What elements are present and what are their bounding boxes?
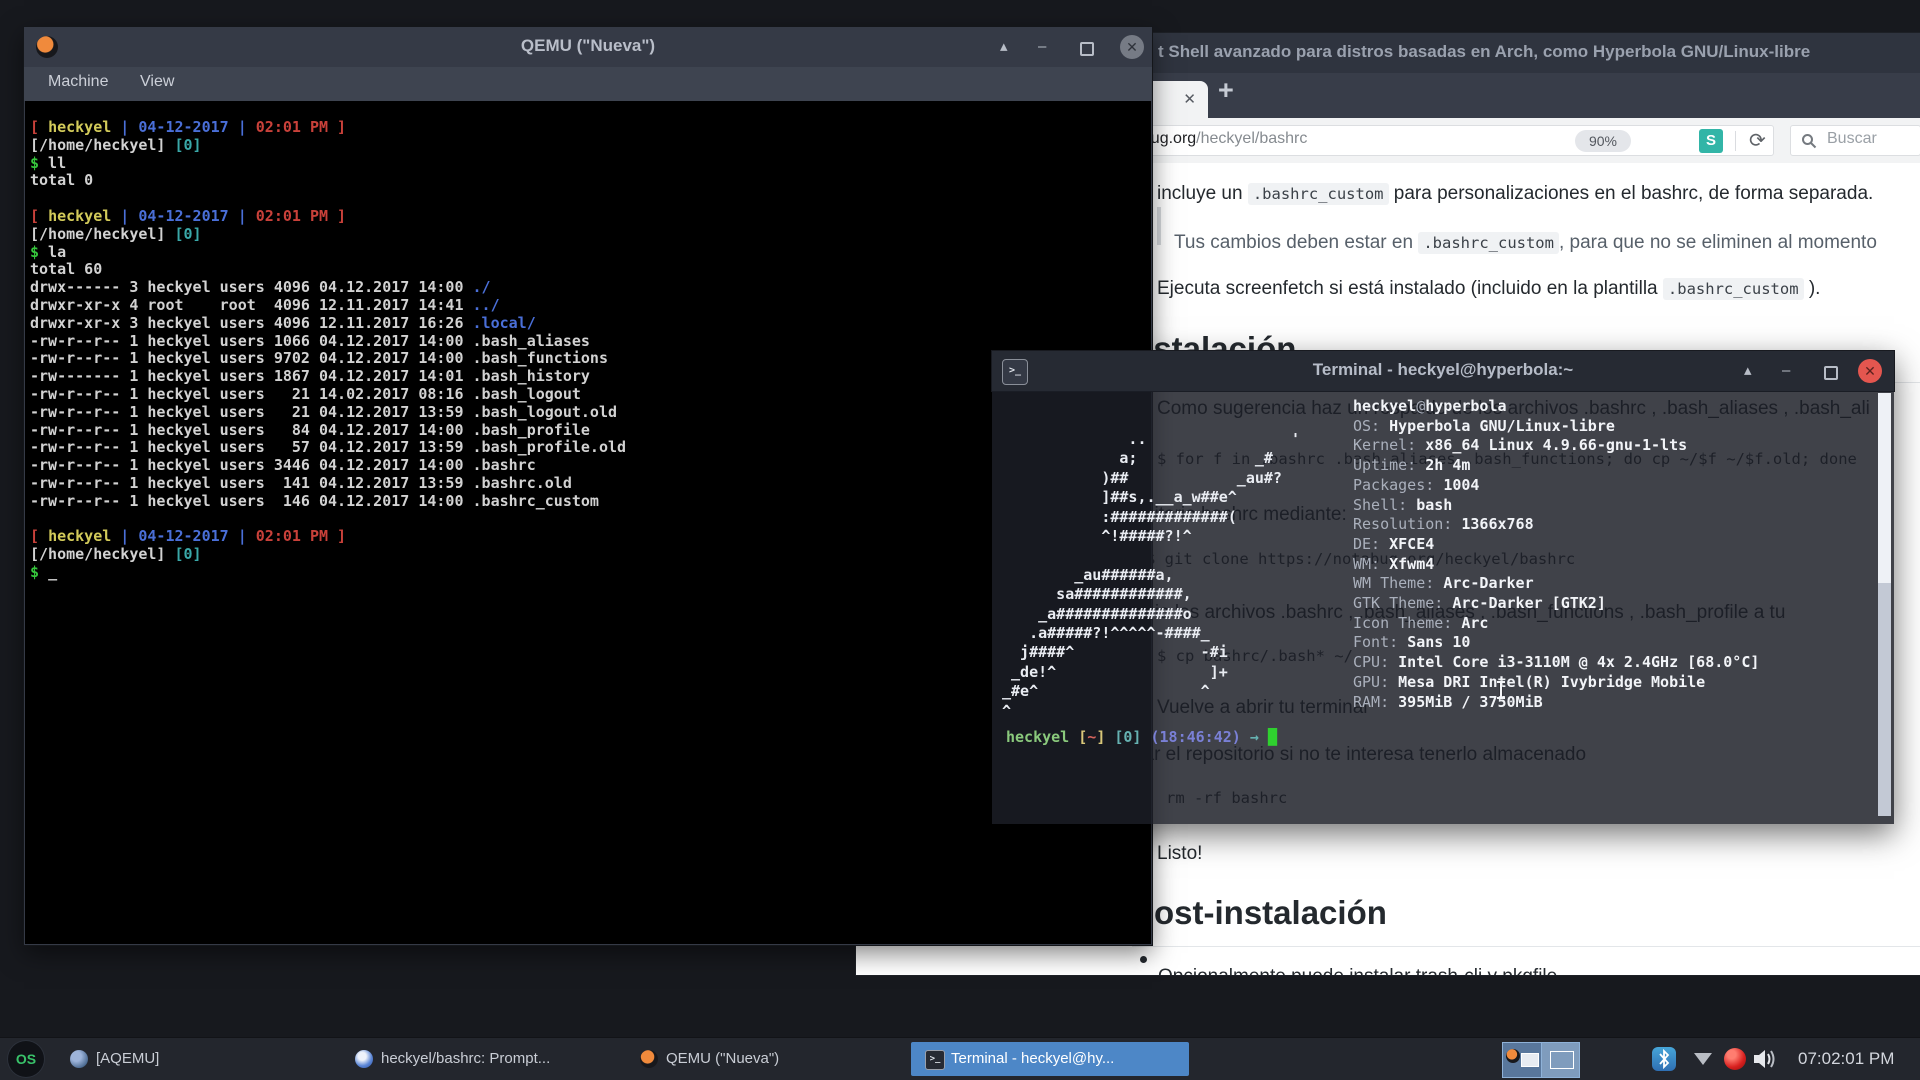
- screenfetch-ascii-art: .. ' a; _# )## _au#? ]##s,.__a_w##e^ :##…: [1002, 430, 1300, 721]
- bluetooth-icon[interactable]: [1652, 1047, 1676, 1071]
- page-paragraph: Listo!: [1157, 843, 1202, 865]
- qemu-titlebar[interactable]: QEMU ("Nueva") ▴ – ✕: [24, 27, 1152, 67]
- qemu-window: QEMU ("Nueva") ▴ – ✕ Machine View [ heck…: [24, 27, 1152, 945]
- status-red-icon[interactable]: [1724, 1048, 1746, 1070]
- section-heading-post-instalacion: Post-instalación: [1132, 894, 1920, 947]
- shade-icon[interactable]: ▴: [1744, 362, 1752, 380]
- menu-machine[interactable]: Machine: [48, 73, 108, 91]
- inline-code: .bashrc_custom: [1418, 232, 1559, 254]
- qemu-icon: [640, 1050, 658, 1068]
- vm-terminal-output: [ heckyel | 04-12-2017 | 02:01 PM ][/hom…: [30, 119, 626, 582]
- globe-icon: [355, 1050, 373, 1068]
- reload-icon[interactable]: ⟳: [1749, 128, 1766, 153]
- taskbar: OS [AQEMU] heckyel/bashrc: Prompt... QEM…: [0, 1037, 1920, 1080]
- search-field[interactable]: [1790, 125, 1920, 156]
- text-cursor-pointer: [1500, 681, 1502, 699]
- mini-qemu-icon: [1506, 1049, 1520, 1063]
- inline-code: .bashrc_custom: [1663, 278, 1804, 300]
- terminal-content[interactable]: .. ' a; _# )## _au#? ]##s,.__a_w##e^ :##…: [992, 391, 1894, 824]
- browser-window-title: t Shell avanzado para distros basadas en…: [1158, 42, 1810, 62]
- url-text: abug.org/heckyel/bashrc: [1133, 130, 1307, 148]
- desktop: t Shell avanzado para distros basadas en…: [0, 0, 1920, 1080]
- list-item: Opcionalmente puede instalar trash-cli y…: [1158, 966, 1557, 975]
- qemu-window-title: QEMU ("Nueva"): [24, 36, 1152, 56]
- close-icon[interactable]: ✕: [1858, 359, 1882, 383]
- menu-view[interactable]: View: [140, 73, 174, 91]
- clock: 07:02:01 PM: [1798, 1038, 1894, 1080]
- workspace-pager[interactable]: [1502, 1042, 1580, 1078]
- qemu-menubar: Machine View: [24, 67, 1152, 101]
- network-icon[interactable]: [1694, 1053, 1712, 1065]
- volume-icon[interactable]: [1752, 1046, 1780, 1077]
- aqemu-icon: [70, 1050, 88, 1068]
- maximize-icon[interactable]: [1824, 366, 1838, 380]
- extension-s-badge[interactable]: S: [1699, 129, 1723, 153]
- minimize-icon[interactable]: –: [1038, 38, 1046, 56]
- terminal-titlebar[interactable]: >_ Terminal - heckyel@hyperbola:~ ▴ – ✕: [992, 351, 1894, 391]
- blockquote-bar: [1157, 207, 1161, 245]
- tab-close-icon[interactable]: ✕: [1183, 90, 1196, 108]
- taskbar-item-bashrc-browser[interactable]: heckyel/bashrc: Prompt...: [341, 1042, 619, 1076]
- minimize-icon[interactable]: –: [1782, 362, 1790, 380]
- shade-icon[interactable]: ▴: [1000, 38, 1008, 56]
- search-icon: [1801, 133, 1817, 149]
- terminal-window: >_ Terminal - heckyel@hyperbola:~ ▴ – ✕ …: [992, 351, 1894, 824]
- terminal-window-title: Terminal - heckyel@hyperbola:~: [992, 360, 1894, 380]
- search-input[interactable]: [1825, 129, 1919, 149]
- workspace-1[interactable]: [1503, 1043, 1541, 1077]
- shell-prompt: heckyel [~] [0] (18:46:42) → █: [1006, 728, 1277, 746]
- taskbar-item-qemu[interactable]: QEMU ("Nueva"): [626, 1042, 904, 1076]
- new-tab-button[interactable]: +: [1218, 75, 1234, 106]
- url-path: /heckyel/bashrc: [1196, 130, 1307, 147]
- terminal-icon: >_: [925, 1050, 945, 1070]
- app-menu-button[interactable]: OS: [8, 1041, 44, 1077]
- maximize-icon[interactable]: [1080, 42, 1094, 56]
- workspace-2[interactable]: [1541, 1043, 1580, 1077]
- mini-window: [1550, 1051, 1574, 1069]
- taskbar-item-terminal[interactable]: >_ Terminal - heckyel@hy...: [911, 1042, 1189, 1076]
- taskbar-item-aqemu[interactable]: [AQEMU]: [56, 1042, 334, 1076]
- terminal-scrollbar[interactable]: [1878, 393, 1891, 816]
- list-bullet: [1140, 956, 1147, 963]
- mini-window: [1521, 1053, 1539, 1067]
- vm-display[interactable]: [ heckyel | 04-12-2017 | 02:01 PM ][/hom…: [25, 101, 1151, 944]
- url-bar[interactable]: abug.org/heckyel/bashrc 90% S ⟳: [1046, 125, 1774, 156]
- zoom-level-badge[interactable]: 90%: [1575, 130, 1631, 152]
- urlbar-divider: [1735, 131, 1736, 151]
- page-paragraph: incluye un .bashrc_custom para personali…: [1157, 183, 1873, 205]
- scrollbar-thumb[interactable]: [1878, 393, 1891, 583]
- close-icon[interactable]: ✕: [1120, 35, 1144, 59]
- inline-code: .bashrc_custom: [1248, 183, 1389, 205]
- page-paragraph: Ejecuta screenfetch si está instalado (i…: [1157, 278, 1820, 300]
- page-blockquote: Tus cambios deben estar en .bashrc_custo…: [1174, 232, 1877, 254]
- screenfetch-info: heckyel@hyperbolaOS: Hyperbola GNU/Linux…: [1353, 397, 1759, 712]
